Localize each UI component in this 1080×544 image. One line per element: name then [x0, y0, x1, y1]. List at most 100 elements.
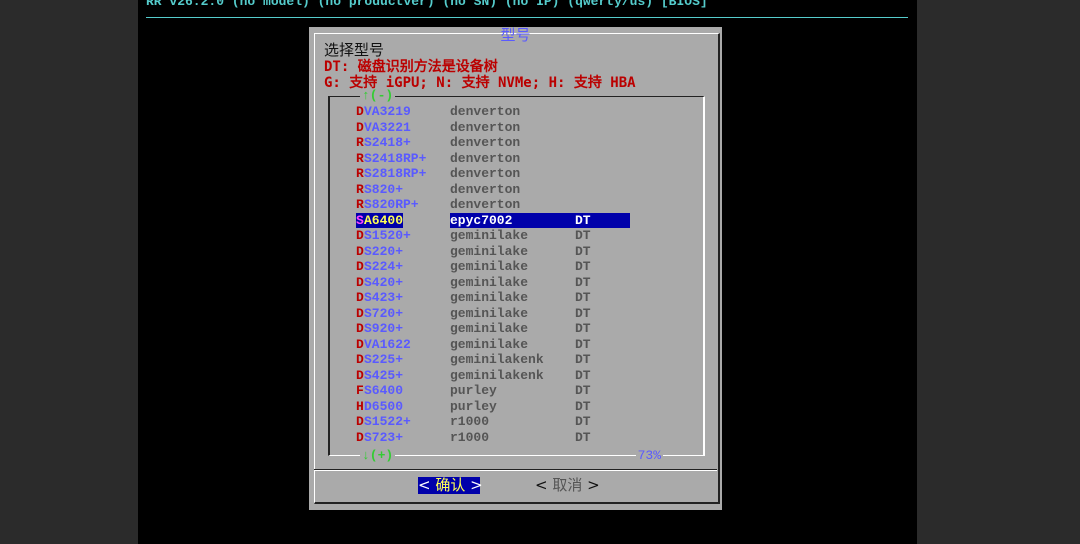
- dt-flag: DT: [575, 429, 591, 445]
- model-list[interactable]: ↑(-) ↓(+) 73% D VA3219 denverton D VA3221 den…: [328, 89, 705, 463]
- hotkey-letter: D: [356, 119, 364, 135]
- model-name: S1522+: [364, 414, 411, 429]
- platform: denverton: [450, 166, 521, 181]
- confirm-label: 确认: [435, 476, 466, 494]
- platform: geminilakenk: [450, 352, 544, 367]
- model-name: S220+: [364, 243, 404, 259]
- list-item[interactable]: D S1520+ geminilake DT: [330, 228, 700, 244]
- dt-flag: DT: [575, 243, 591, 259]
- hotkey-letter: D: [356, 290, 364, 305]
- dt-flag: DT: [575, 228, 591, 243]
- list-item[interactable]: D S720+ geminilake DT: [330, 306, 700, 322]
- button-separator: [314, 469, 717, 471]
- dt-flag: DT: [575, 290, 591, 305]
- dt-flag: DT: [575, 212, 591, 228]
- model-name: S820+: [364, 181, 404, 197]
- platform: denverton: [450, 150, 521, 166]
- hotkey-letter: D: [356, 321, 364, 336]
- model-name: S224+: [364, 259, 404, 274]
- model-dialog: 型号 选择型号 DT: 磁盘识别方法是设备树 G: 支持 iGPU; N: 支持…: [309, 26, 722, 510]
- platform: geminilake: [450, 228, 529, 243]
- list-item[interactable]: R S2418RP+ denverton: [330, 151, 700, 167]
- dt-flag: DT: [575, 352, 591, 367]
- hotkey-letter: D: [356, 243, 364, 259]
- hotkey-letter: D: [356, 414, 364, 429]
- platform: purley: [450, 383, 497, 398]
- list-item[interactable]: D S1522+ r1000 DT: [330, 414, 700, 430]
- list-item[interactable]: S A6400 epyc7002 DT: [330, 212, 700, 228]
- hotkey-letter: D: [356, 336, 364, 352]
- list-item[interactable]: R S820+ denverton: [330, 182, 700, 198]
- model-name: S425+: [364, 367, 404, 383]
- list-item[interactable]: D S224+ geminilake DT: [330, 259, 700, 275]
- list-item[interactable]: D S220+ geminilake DT: [330, 244, 700, 260]
- platform: denverton: [450, 119, 521, 135]
- model-name: S225+: [364, 352, 404, 367]
- dt-flag: DT: [575, 336, 591, 352]
- hotkey-letter: R: [356, 197, 364, 212]
- confirm-button[interactable]: < 确认 >: [418, 476, 483, 494]
- list-item[interactable]: D S920+ geminilake DT: [330, 321, 700, 337]
- hotkey-letter: D: [356, 429, 364, 445]
- hotkey-letter: R: [356, 166, 364, 181]
- list-item[interactable]: D S423+ geminilake DT: [330, 290, 700, 306]
- model-name: S423+: [364, 290, 404, 305]
- dt-flag: DT: [575, 414, 591, 429]
- model-name: S420+: [364, 274, 404, 290]
- model-name: S820RP+: [364, 197, 419, 212]
- model-name: VA3219: [364, 104, 411, 119]
- list-item[interactable]: D VA3219 denverton: [330, 104, 700, 120]
- dt-flag: DT: [575, 398, 591, 414]
- model-name: S2818RP+: [364, 166, 427, 181]
- scroll-percent: 73%: [635, 448, 663, 463]
- platform: geminilake: [450, 290, 529, 305]
- hotkey-letter: D: [356, 367, 364, 383]
- hotkey-letter: F: [356, 383, 364, 398]
- dt-flag: DT: [575, 305, 591, 321]
- model-name: S1520+: [364, 228, 411, 243]
- list-item[interactable]: D S420+ geminilake DT: [330, 275, 700, 291]
- model-name: S2418+: [364, 135, 411, 150]
- list-item[interactable]: R S820RP+ denverton: [330, 197, 700, 213]
- platform: r1000: [450, 414, 490, 429]
- platform: denverton: [450, 181, 521, 197]
- platform: denverton: [450, 135, 521, 150]
- list-item[interactable]: R S2818RP+ denverton: [330, 166, 700, 182]
- platform: epyc7002: [450, 212, 513, 228]
- platform: purley: [450, 398, 497, 414]
- model-name: VA3221: [364, 119, 411, 135]
- scroll-up-indicator[interactable]: ↑(-): [360, 89, 396, 103]
- hotkey-letter: D: [356, 228, 364, 243]
- hotkey-letter: D: [356, 104, 364, 119]
- list-item[interactable]: F S6400 purley DT: [330, 383, 700, 399]
- dt-flag: DT: [575, 274, 591, 290]
- dt-flag: DT: [575, 259, 591, 274]
- model-name: S920+: [364, 321, 404, 336]
- list-item[interactable]: D VA3221 denverton: [330, 120, 700, 136]
- list-item[interactable]: D VA1622 geminilake DT: [330, 337, 700, 353]
- hotkey-letter: D: [356, 352, 364, 367]
- platform: geminilake: [450, 321, 529, 336]
- list-item[interactable]: D S425+ geminilakenk DT: [330, 368, 700, 384]
- hotkey-letter: R: [356, 181, 364, 197]
- hotkey-letter: H: [356, 398, 364, 414]
- scroll-down-indicator[interactable]: ↓(+): [360, 449, 396, 463]
- list-item[interactable]: D S723+ r1000 DT: [330, 430, 700, 446]
- platform: geminilake: [450, 259, 529, 274]
- hotkey-letter: R: [356, 150, 364, 166]
- model-name: A6400: [364, 212, 404, 228]
- hotkey-letter: D: [356, 259, 364, 274]
- cancel-button[interactable]: < 取消 >: [535, 477, 600, 494]
- list-item[interactable]: R S2418+ denverton: [330, 135, 700, 151]
- hotkey-letter: D: [356, 274, 364, 290]
- model-name: VA1622: [364, 336, 411, 352]
- hotkey-letter: D: [356, 305, 364, 321]
- platform: geminilake: [450, 274, 529, 290]
- model-name: S6400: [364, 383, 404, 398]
- platform: geminilake: [450, 243, 529, 259]
- list-item[interactable]: H D6500 purley DT: [330, 399, 700, 415]
- platform: geminilake: [450, 336, 529, 352]
- platform: geminilakenk: [450, 367, 544, 383]
- list-item[interactable]: D S225+ geminilakenk DT: [330, 352, 700, 368]
- dt-flag: DT: [575, 321, 591, 336]
